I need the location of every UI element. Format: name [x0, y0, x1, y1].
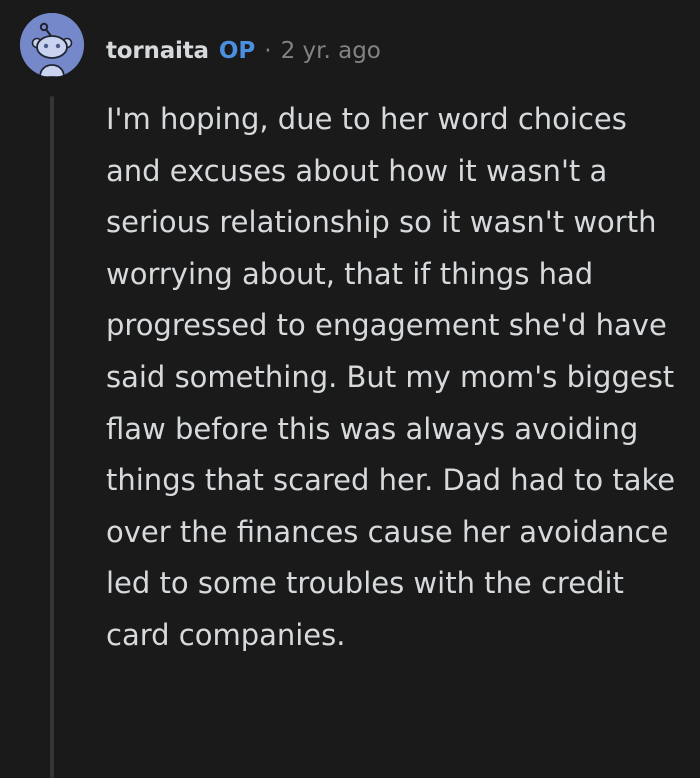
comment: tornaita OP · 2 yr. ago I'm hoping, due … — [0, 0, 700, 778]
thread-collapse-line[interactable] — [50, 96, 54, 778]
comment-body: I'm hoping, due to her word choices and … — [106, 102, 676, 652]
comment-header: tornaita OP · 2 yr. ago — [106, 33, 381, 69]
user-avatar[interactable] — [20, 13, 84, 77]
separator-dot: · — [264, 38, 272, 64]
comment-timestamp[interactable]: 2 yr. ago — [281, 38, 381, 64]
username-link[interactable]: tornaita — [106, 38, 209, 64]
op-badge: OP — [218, 38, 256, 64]
snoo-avatar-icon — [20, 13, 84, 77]
